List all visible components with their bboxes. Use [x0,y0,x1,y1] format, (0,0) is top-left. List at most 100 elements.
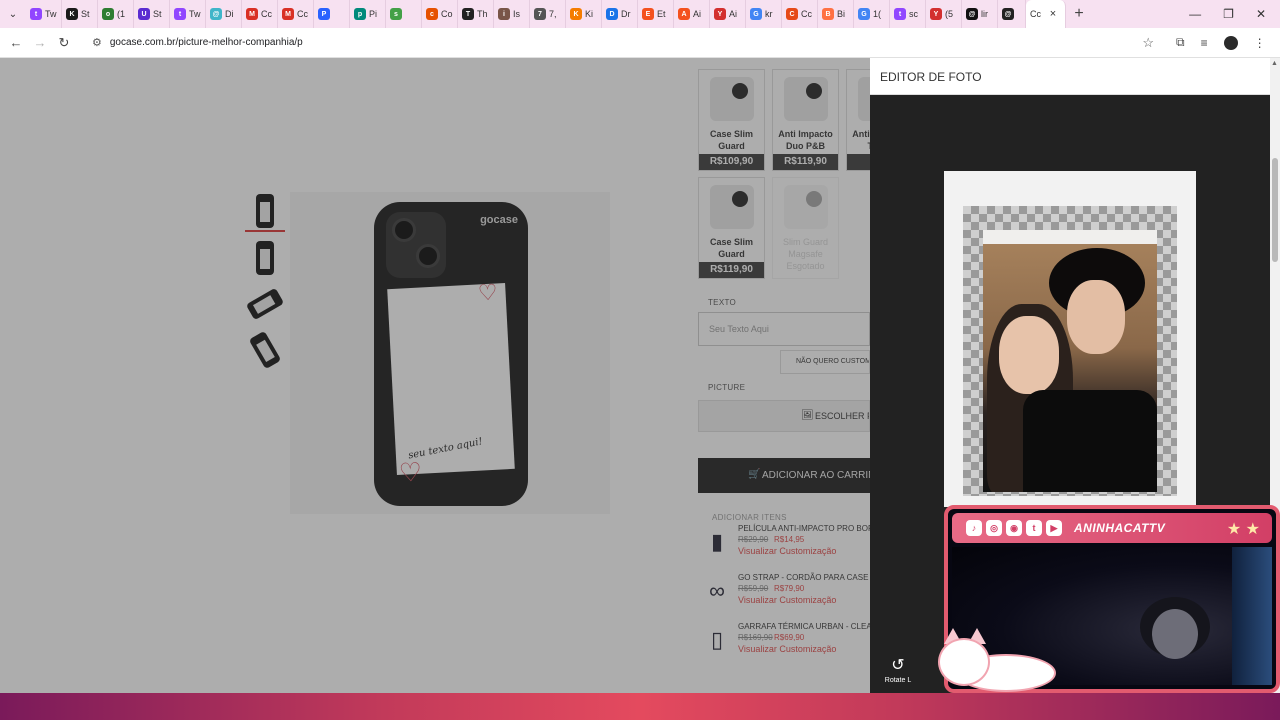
choose-photo-button[interactable]: 🖼 ESCOLHER FOTO [698,400,870,432]
browser-tab[interactable]: D Dr [602,0,638,28]
restore-icon[interactable]: ❐ [1223,7,1234,21]
scroll-up-icon[interactable]: ▲ [1271,60,1278,67]
thumbnail-phone-image [245,287,285,321]
rotate-left-button[interactable]: ↺ Rotate L [882,655,914,684]
tab-favicon-icon: M [282,8,294,20]
address-url: gocase.com.br/picture-melhor-companhia/p [109,37,303,48]
browser-tab[interactable]: U St [134,0,170,28]
related-product-image [699,178,764,236]
browser-tab[interactable]: T Th [458,0,494,28]
browser-tab[interactable]: M Cc [278,0,314,28]
browser-tab[interactable]: B Bi [818,0,854,28]
thumbnail-2[interactable] [245,238,285,278]
related-product-name: Case Slim Guard [709,129,754,151]
minimize-icon[interactable]: — [1189,7,1201,21]
related-product-card[interactable]: Anti Impacto Duo P&B R$119,90 [772,69,839,171]
uploaded-photo[interactable] [983,230,1157,492]
tab-favicon-icon: T [462,8,474,20]
tab-label: lir [981,9,988,19]
picture-section-label: PICTURE [708,383,746,392]
view-customization-link[interactable]: Visualizar Customização [738,595,836,605]
browser-tab[interactable]: E Et [638,0,674,28]
thumbnail-4[interactable] [245,330,285,370]
browser-tab[interactable]: @ lir [962,0,998,28]
new-tab-button[interactable]: + [1066,5,1092,23]
tab-search-icon[interactable]: ≡ [1201,36,1208,50]
scrollbar-thumb[interactable] [1272,158,1278,262]
social-icon: ◉ [1006,520,1022,536]
related-product-price: R$1 [847,154,870,170]
tab-label: sc [909,9,918,19]
browser-tab[interactable]: Gkr [746,0,782,28]
related-product-card[interactable]: Anti Impacto Trans R$1 [846,69,870,171]
site-info-icon[interactable]: ⚙ [92,36,102,49]
no-customize-checkbox[interactable]: NÃO QUERO CUSTOMIZAR [780,350,870,374]
browser-tab[interactable]: Y Ai [710,0,746,28]
tab-search-chevron-icon[interactable]: ⌄ [0,0,26,28]
related-product-card[interactable]: Case Slim Guard R$109,90 [698,69,765,171]
browser-tab[interactable]: t sc [890,0,926,28]
browser-tab[interactable]: G 1( [854,0,890,28]
stream-header-bar: ♪ ◎ ◉ t ▶ ANINHACATTV ★ ★ [952,513,1272,543]
case-thumbnail [783,185,828,229]
browser-tab[interactable]: A Ai [674,0,710,28]
bookmark-star-icon[interactable]: ☆ [1142,35,1154,51]
case-thumbnail [783,77,828,121]
browser-tab[interactable]: t Tw [26,0,62,28]
related-product-image [699,70,764,128]
thumbnail-1[interactable] [245,192,285,232]
browser-tab[interactable]: @ Di [206,0,242,28]
tab-favicon-icon: t [30,8,42,20]
browser-tab[interactable]: s [386,0,422,28]
browser-tab[interactable]: M Cc [242,0,278,28]
back-button[interactable]: ← [4,35,28,50]
profile-avatar[interactable] [1223,35,1238,50]
browser-tab[interactable]: i Is [494,0,530,28]
custom-text-input[interactable]: Seu Texto Aqui [698,312,870,346]
tab-favicon-icon: t [894,8,906,20]
browser-tab[interactable]: c Co [422,0,458,28]
forward-button[interactable]: → [28,35,52,50]
related-product-card[interactable]: Slim Guard Magsafe Esgotado [772,177,839,279]
editor-canvas[interactable] [944,171,1196,507]
tab-extra-favicon-icon: @ [1002,8,1014,20]
social-icon: ♪ [966,520,982,536]
tab-close-icon[interactable]: × [1044,8,1062,20]
tab-active[interactable]: Cc × [1026,0,1066,28]
thumbnail-3[interactable] [245,284,285,324]
tab-extra[interactable]: @ [998,0,1026,28]
tab-label: Tw [189,9,201,19]
add-to-cart-button[interactable]: 🛒 ADICIONAR AO CARRINHO [698,458,870,493]
extensions-icon[interactable]: ⧉ [1176,35,1185,50]
browser-tab[interactable]: P [314,0,350,28]
browser-tab[interactable]: K St [62,0,98,28]
related-product-price: R$109,90 [699,154,764,170]
tab-label: Tw [45,9,57,19]
browser-tab[interactable]: t Tw [170,0,206,28]
tab-label: Pi [369,9,378,19]
browser-tab[interactable]: K Ki [566,0,602,28]
tab-favicon-icon: i [498,8,510,20]
rotate-left-icon: ↺ [891,657,905,674]
view-customization-link[interactable]: Visualizar Customização [738,546,836,556]
additional-item-title: GARRAFA TÉRMICA URBAN - CLEAR [738,622,870,631]
browser-tab[interactable]: C Cc [782,0,818,28]
browser-tab[interactable]: o (1 [98,0,134,28]
tab-favicon-icon: C [786,8,798,20]
menu-kebab-icon[interactable]: ⋮ [1254,36,1266,50]
related-product-card[interactable]: Case Slim Guard MagsafeR$119,90 [698,177,765,279]
tab-label: St [153,9,162,19]
tab-favicon-icon: @ [210,8,222,20]
text-section-label: TEXTO [708,298,737,307]
browser-tab[interactable]: Y (5 [926,0,962,28]
reload-button[interactable]: ↻ [52,35,76,51]
related-product-image [773,70,838,128]
address-bar[interactable]: ⚙ gocase.com.br/picture-melhor-companhia… [84,30,1164,55]
browser-tab[interactable]: 7 7, [530,0,566,28]
tab-label: Co [441,9,453,19]
browser-tab[interactable]: p Pi [350,0,386,28]
close-window-icon[interactable]: ✕ [1256,7,1266,21]
tab-label: Dr [621,9,631,19]
tab-label: Ai [693,9,702,19]
view-customization-link[interactable]: Visualizar Customização [738,644,836,654]
